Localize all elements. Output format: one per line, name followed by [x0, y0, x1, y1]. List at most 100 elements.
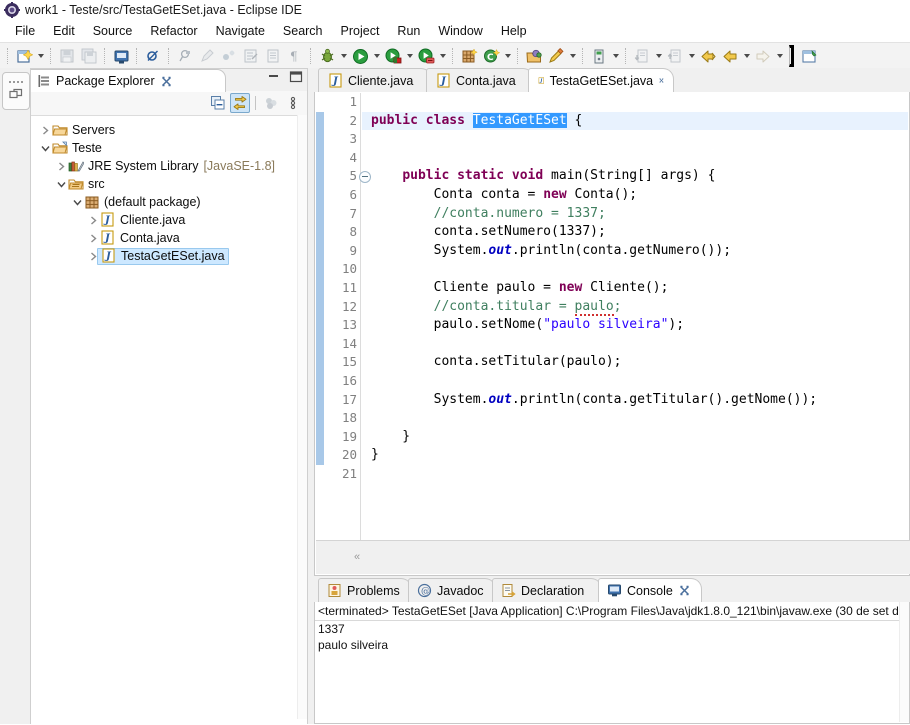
- new-java-package-icon[interactable]: [458, 45, 480, 67]
- code-line[interactable]: Cliente paulo = new Cliente();: [362, 279, 908, 298]
- project-tree[interactable]: Servers Teste JRE System Library [JavaSE…: [31, 116, 307, 725]
- menu-project[interactable]: Project: [332, 22, 389, 40]
- mark-occurrences-icon[interactable]: [218, 45, 240, 67]
- menu-source[interactable]: Source: [84, 22, 142, 40]
- code-line[interactable]: [362, 93, 908, 112]
- code-line[interactable]: [362, 335, 908, 354]
- code-line[interactable]: public class TestaGetESet {: [362, 111, 908, 131]
- search-icon[interactable]: [545, 45, 567, 67]
- run-dropdown-icon[interactable]: [371, 45, 382, 67]
- code-line[interactable]: //conta.numero = 1337;: [362, 205, 908, 224]
- previous-annotation-dropdown-icon[interactable]: [686, 45, 697, 67]
- print-icon[interactable]: [110, 45, 132, 67]
- tree-item-teste[interactable]: Teste: [31, 139, 307, 157]
- open-type-search-icon[interactable]: [523, 45, 545, 67]
- chevron-down-icon[interactable]: [71, 193, 84, 211]
- open-type-icon[interactable]: [262, 45, 284, 67]
- code-line[interactable]: conta.setNumero(1337);: [362, 223, 908, 242]
- menu-run[interactable]: Run: [388, 22, 429, 40]
- tab-problems[interactable]: Problems: [318, 578, 412, 602]
- highlight-icon[interactable]: [196, 45, 218, 67]
- restore-package-explorer-button[interactable]: [2, 72, 30, 110]
- code-line[interactable]: }: [362, 428, 908, 447]
- menu-edit[interactable]: Edit: [44, 22, 84, 40]
- code-line[interactable]: Conta conta = new Conta();: [362, 186, 908, 205]
- code-line[interactable]: System.out.println(conta.getNumero());: [362, 242, 908, 261]
- new-java-class-icon[interactable]: C: [480, 45, 502, 67]
- new-wizard-dropdown-icon[interactable]: [35, 45, 46, 67]
- close-icon[interactable]: [679, 585, 690, 596]
- close-icon[interactable]: [161, 76, 172, 87]
- editor-tab-conta-java[interactable]: J Conta.java: [426, 68, 534, 92]
- view-menu-filters-icon[interactable]: [261, 93, 281, 113]
- tree-item-default-package[interactable]: (default package): [31, 193, 307, 211]
- package-explorer-scrollbar[interactable]: [297, 115, 307, 719]
- debug-icon[interactable]: [316, 45, 338, 67]
- code-line[interactable]: [362, 260, 908, 279]
- back-dropdown-icon[interactable]: [741, 45, 752, 67]
- chevron-right-icon[interactable]: [87, 229, 100, 247]
- next-annotation-icon[interactable]: [631, 45, 653, 67]
- minimize-icon[interactable]: [267, 71, 281, 83]
- coverage-icon[interactable]: [415, 45, 437, 67]
- save-all-icon[interactable]: [78, 45, 100, 67]
- toggle-breakpoint-icon[interactable]: [142, 45, 164, 67]
- menu-search[interactable]: Search: [274, 22, 332, 40]
- code-text-area[interactable]: public class TestaGetESet { public stati…: [362, 93, 908, 541]
- forward-dropdown-icon[interactable]: [774, 45, 785, 67]
- chevron-right-icon[interactable]: [39, 121, 52, 139]
- chevron-right-icon[interactable]: [55, 157, 68, 175]
- collapse-all-icon[interactable]: [208, 93, 228, 113]
- chevron-right-icon[interactable]: [87, 211, 100, 229]
- tree-item-cliente-java[interactable]: J Cliente.java: [31, 211, 307, 229]
- coverage-dropdown-icon[interactable]: [437, 45, 448, 67]
- open-task-icon[interactable]: [240, 45, 262, 67]
- chevron-down-icon[interactable]: [39, 139, 52, 157]
- console-body[interactable]: <terminated> TestaGetESet [Java Applicat…: [314, 602, 910, 724]
- tab-javadoc[interactable]: @ Javadoc: [408, 578, 496, 602]
- close-icon[interactable]: [659, 75, 664, 86]
- code-line[interactable]: conta.setTitular(paulo);: [362, 353, 908, 372]
- code-line[interactable]: System.out.println(conta.getTitular().ge…: [362, 391, 908, 410]
- run-as-icon[interactable]: [382, 45, 404, 67]
- code-line[interactable]: }: [362, 446, 908, 465]
- package-explorer-tab[interactable]: Package Explorer: [31, 69, 226, 92]
- menu-navigate[interactable]: Navigate: [207, 22, 274, 40]
- view-menu-icon[interactable]: [283, 93, 303, 113]
- show-whitespace-icon[interactable]: ¶: [284, 45, 306, 67]
- next-annotation-dropdown-icon[interactable]: [653, 45, 664, 67]
- link-with-editor-icon[interactable]: [230, 93, 250, 113]
- code-line[interactable]: [362, 409, 908, 428]
- menu-refactor[interactable]: Refactor: [141, 22, 206, 40]
- code-line[interactable]: [362, 149, 908, 168]
- debug-dropdown-icon[interactable]: [338, 45, 349, 67]
- menu-help[interactable]: Help: [492, 22, 536, 40]
- external-tools-dropdown-icon[interactable]: [610, 45, 621, 67]
- code-line[interactable]: [362, 130, 908, 149]
- code-line[interactable]: paulo.setNome("paulo silveira");: [362, 316, 908, 335]
- external-tools-icon[interactable]: [588, 45, 610, 67]
- tree-item-servers[interactable]: Servers: [31, 121, 307, 139]
- menu-file[interactable]: File: [6, 22, 44, 40]
- tree-item-conta-java[interactable]: J Conta.java: [31, 229, 307, 247]
- pin-editor-icon[interactable]: [798, 45, 820, 67]
- debug-tool-icon[interactable]: [174, 45, 196, 67]
- forward-back-icon[interactable]: [719, 45, 741, 67]
- editor-horizontal-scroll-area[interactable]: «: [316, 540, 910, 574]
- new-wizard-icon[interactable]: [13, 45, 35, 67]
- tab-console[interactable]: Console: [598, 578, 702, 602]
- search-dropdown-icon[interactable]: [567, 45, 578, 67]
- code-line[interactable]: [362, 372, 908, 391]
- previous-annotation-icon[interactable]: [664, 45, 686, 67]
- tree-item-src[interactable]: src: [31, 175, 307, 193]
- editor-scroll-chevron[interactable]: «: [354, 551, 360, 563]
- maximize-icon[interactable]: [289, 71, 303, 83]
- chevron-down-icon[interactable]: [55, 175, 68, 193]
- new-java-class-dropdown-icon[interactable]: [502, 45, 513, 67]
- code-line[interactable]: [362, 465, 908, 484]
- run-as-dropdown-icon[interactable]: [404, 45, 415, 67]
- menu-window[interactable]: Window: [429, 22, 491, 40]
- editor-tab-cliente-java[interactable]: J Cliente.java: [318, 68, 432, 92]
- console-scrollbar[interactable]: [899, 602, 909, 722]
- run-icon[interactable]: [349, 45, 371, 67]
